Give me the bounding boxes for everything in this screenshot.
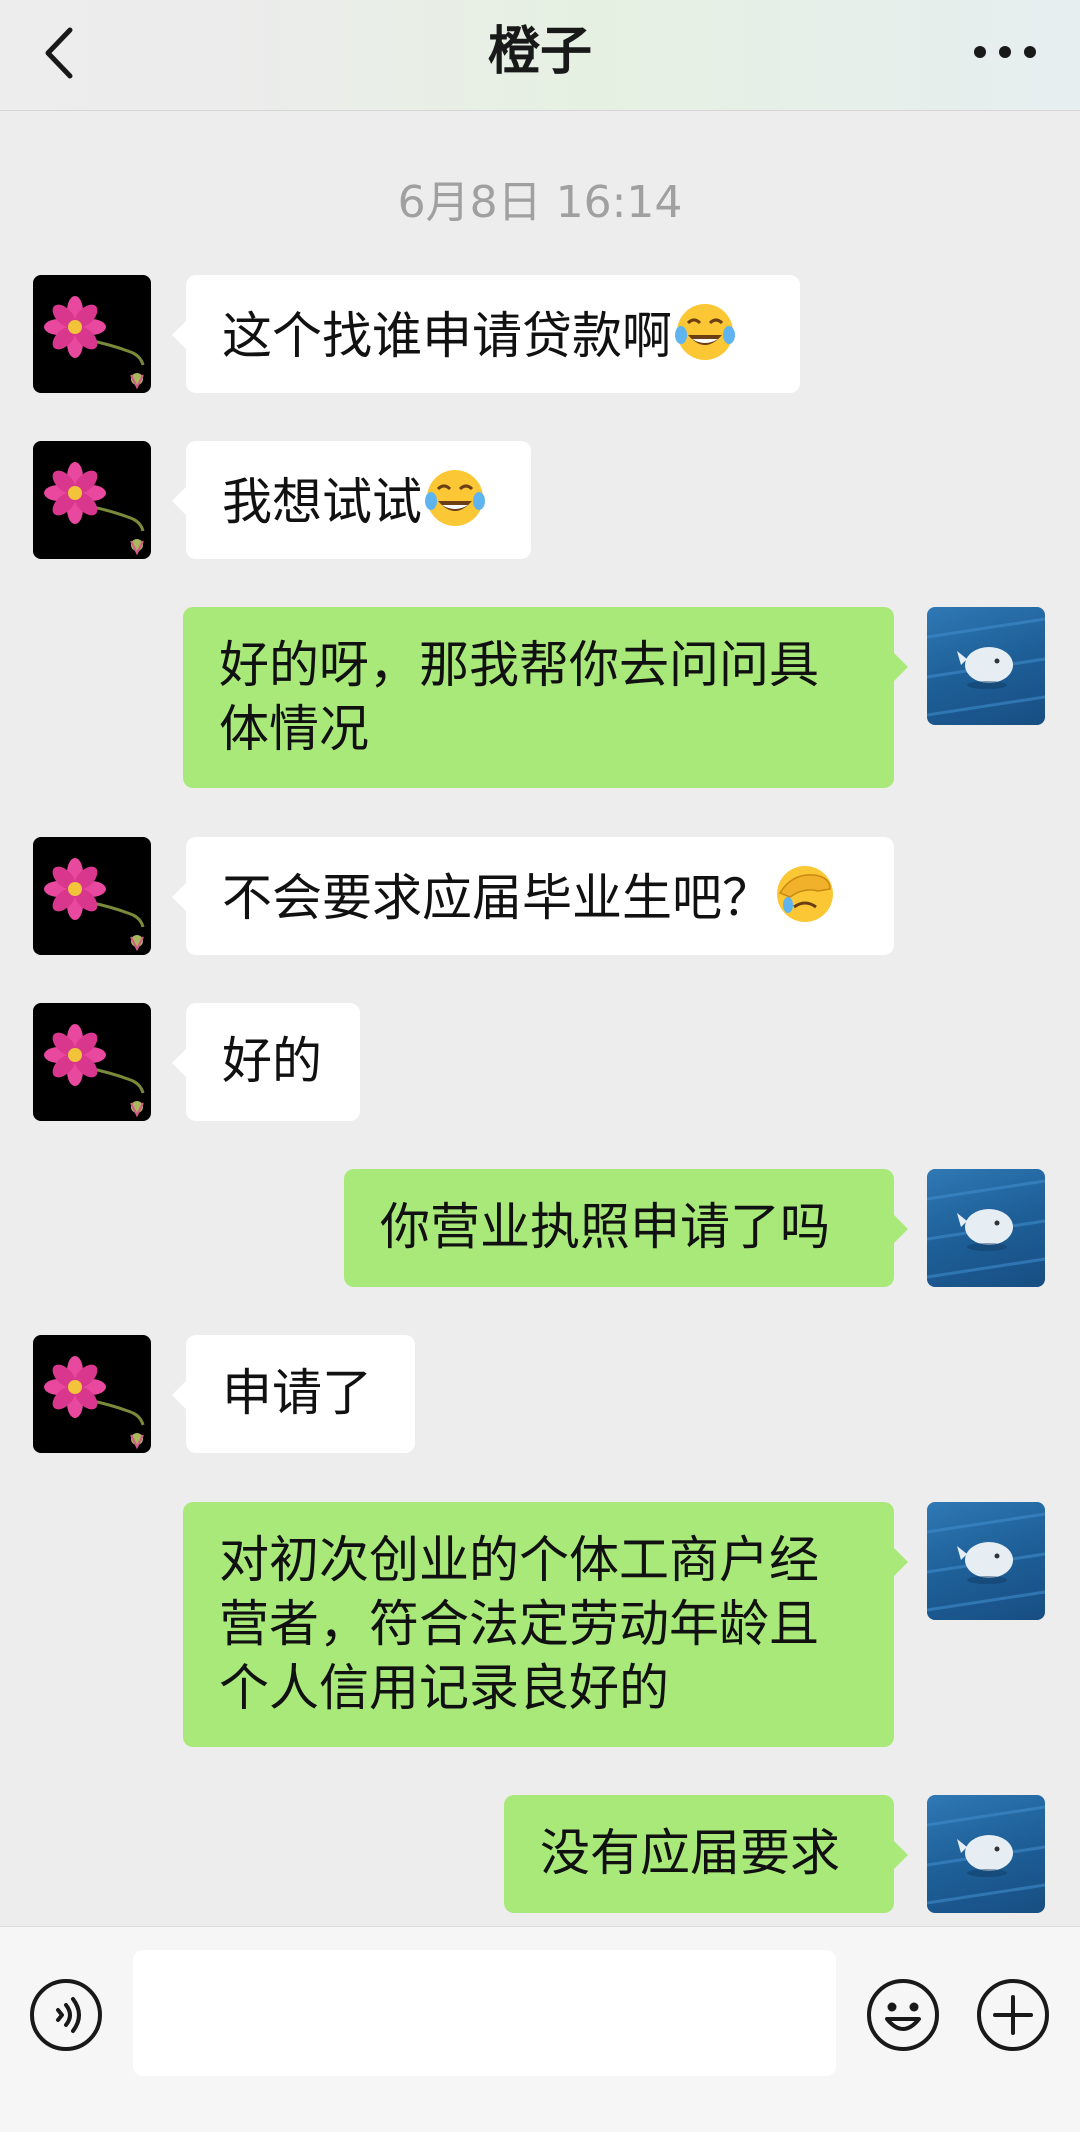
more-functions-button[interactable] bbox=[975, 1977, 1051, 2053]
message-text-line: 个人信用记录良好的 bbox=[219, 1659, 669, 1717]
whale-avatar-image bbox=[927, 1502, 1045, 1620]
laughing-tears-emoji bbox=[674, 302, 736, 362]
flower-avatar-image bbox=[42, 856, 145, 951]
message-bubble-outgoing[interactable]: 没有应届要求 bbox=[504, 1795, 908, 1913]
emoji-button[interactable] bbox=[865, 1977, 941, 2053]
message-bubble-outgoing[interactable]: 对初次创业的个体工商户经 营者，符合法定劳动年龄且 个人信用记录良好的 bbox=[183, 1502, 908, 1747]
whale-avatar-image bbox=[927, 607, 1045, 725]
flower-avatar-image bbox=[42, 460, 145, 555]
whale-avatar-image bbox=[927, 1795, 1045, 1913]
message-text-line: 对初次创业的个体工商户经 bbox=[219, 1531, 819, 1589]
chat-input-bar bbox=[0, 1926, 1080, 2132]
message-text: 不会要求应届毕业生吧？ bbox=[222, 869, 772, 927]
voice-icon bbox=[30, 1979, 102, 2051]
my-avatar[interactable] bbox=[927, 1502, 1045, 1620]
flower-avatar-image bbox=[42, 1022, 145, 1117]
message-bubble-incoming[interactable]: 好的 bbox=[172, 1003, 360, 1121]
message-text-line: 好的呀，那我帮你去问问具 bbox=[219, 636, 819, 694]
facepalm-cry-emoji bbox=[775, 864, 835, 924]
flower-avatar-image bbox=[42, 294, 145, 389]
message-text-line: 营者，符合法定劳动年龄且 bbox=[219, 1595, 819, 1653]
contact-avatar[interactable] bbox=[33, 275, 151, 393]
contact-avatar[interactable] bbox=[33, 1335, 151, 1453]
laughing-tears-emoji bbox=[424, 468, 486, 528]
message-text: 好的 bbox=[222, 1032, 322, 1090]
voice-button[interactable] bbox=[28, 1977, 104, 2053]
my-avatar[interactable] bbox=[927, 1169, 1045, 1287]
more-options-button[interactable] bbox=[970, 32, 1040, 72]
message-text-line: 体情况 bbox=[219, 700, 369, 758]
message-text: 申请了 bbox=[222, 1364, 372, 1422]
message-text: 我想试试 bbox=[222, 473, 422, 531]
my-avatar[interactable] bbox=[927, 607, 1045, 725]
contact-avatar[interactable] bbox=[33, 441, 151, 559]
chat-title: 橙子 bbox=[487, 22, 592, 82]
message-bubble-incoming[interactable]: 我想试试 bbox=[172, 441, 531, 559]
more-dots-icon bbox=[974, 46, 1036, 58]
contact-avatar[interactable] bbox=[33, 1003, 151, 1121]
contact-avatar[interactable] bbox=[33, 837, 151, 955]
message-bubble-incoming[interactable]: 申请了 bbox=[172, 1335, 415, 1453]
back-button[interactable] bbox=[34, 18, 94, 88]
message-text: 你营业执照申请了吗 bbox=[380, 1198, 830, 1256]
flower-avatar-image bbox=[42, 1354, 145, 1449]
chat-header: 橙子 bbox=[0, 0, 1080, 111]
message-timestamp: 6月8日 16:14 bbox=[397, 177, 683, 228]
emoji-icon bbox=[867, 1979, 939, 2051]
message-bubble-incoming[interactable]: 不会要求应届毕业生吧？ bbox=[172, 837, 894, 955]
message-bubble-outgoing[interactable]: 你营业执照申请了吗 bbox=[344, 1169, 908, 1287]
message-text: 这个找谁申请贷款啊 bbox=[222, 307, 672, 365]
message-input[interactable] bbox=[133, 1950, 836, 2076]
chevron-left-icon bbox=[45, 27, 73, 79]
plus-icon bbox=[977, 1979, 1049, 2051]
whale-avatar-image bbox=[927, 1169, 1045, 1287]
my-avatar[interactable] bbox=[927, 1795, 1045, 1913]
message-text: 没有应届要求 bbox=[540, 1824, 840, 1882]
message-bubble-outgoing[interactable]: 好的呀，那我帮你去问问具 体情况 bbox=[183, 607, 908, 788]
message-bubble-incoming[interactable]: 这个找谁申请贷款啊 bbox=[172, 275, 800, 393]
